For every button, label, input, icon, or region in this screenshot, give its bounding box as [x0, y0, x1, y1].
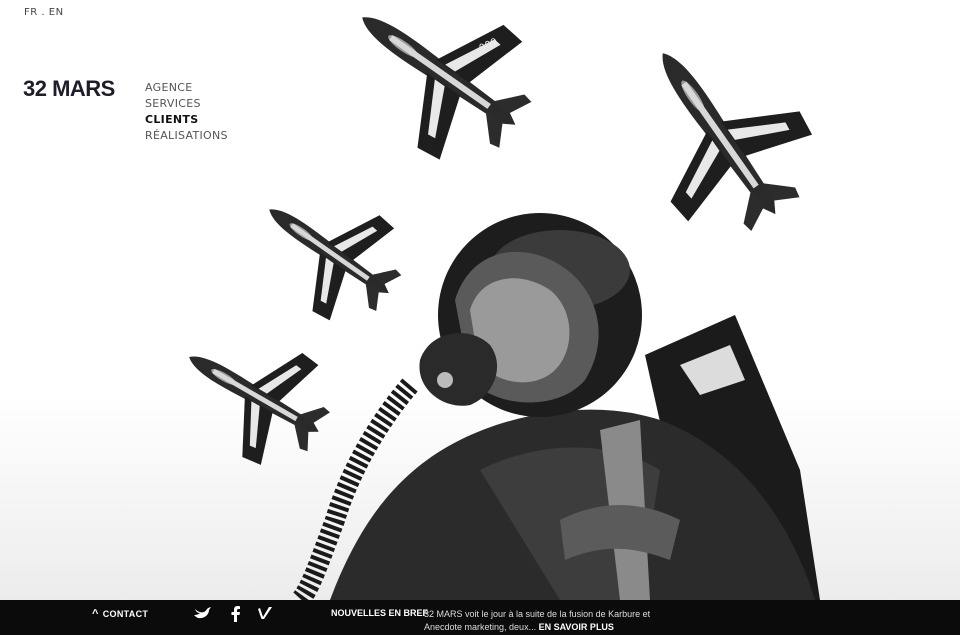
news-summary: 32 MARS voit le jour à la suite de la fu…: [424, 609, 651, 632]
jet-mid-left: [235, 161, 423, 342]
news-text: 32 MARS voit le jour à la suite de la fu…: [424, 608, 664, 634]
jet-top-right: [598, 8, 840, 260]
facebook-icon[interactable]: [231, 606, 241, 622]
footer-bar: ^ CONTACT NOUVELLES EN BREF 32 MARS voit …: [0, 600, 960, 635]
contact-link[interactable]: ^ CONTACT: [92, 608, 148, 620]
vimeo-icon[interactable]: [258, 606, 272, 620]
hero-illustration: 009: [159, 0, 840, 600]
contact-label: CONTACT: [102, 609, 149, 619]
news-title: NOUVELLES EN BREF: [331, 608, 429, 618]
read-more-link[interactable]: EN SAVOIR PLUS: [539, 622, 614, 632]
jet-low-left: [159, 305, 349, 484]
jet-top-center: 009: [319, 0, 559, 187]
twitter-icon[interactable]: [194, 606, 212, 620]
caret-up-icon: ^: [92, 608, 99, 620]
